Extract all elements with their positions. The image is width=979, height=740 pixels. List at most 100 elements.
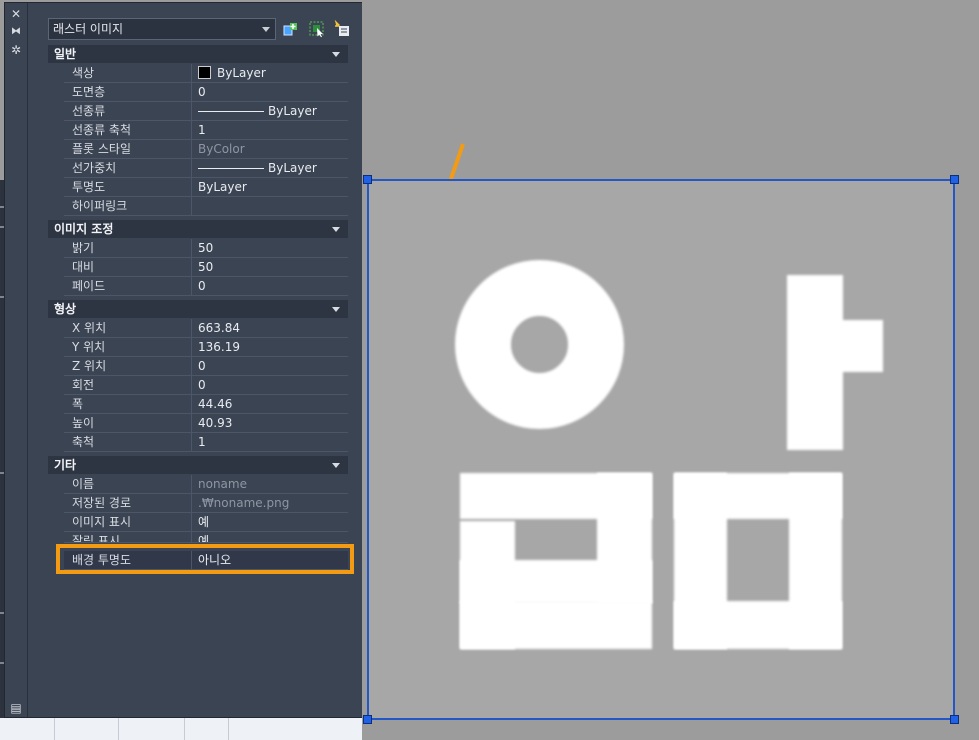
prop-value: ByColor xyxy=(198,142,245,156)
row-gutter xyxy=(48,433,64,452)
prop-row-hyperlink[interactable]: 하이퍼링크 xyxy=(48,197,348,216)
prop-value-text: ByLayer xyxy=(217,66,266,80)
prop-name: Z 위치 xyxy=(64,357,192,376)
prop-value[interactable]: 136.19 xyxy=(192,338,348,357)
prop-value[interactable] xyxy=(192,197,348,216)
prop-value[interactable]: ByLayer xyxy=(192,159,348,178)
prop-value[interactable]: 44.46 xyxy=(192,395,348,414)
prop-name: 투명도 xyxy=(64,178,192,197)
grip-top-right[interactable] xyxy=(950,175,959,184)
prop-value[interactable]: 50 xyxy=(192,258,348,277)
prop-row-fade[interactable]: 페이드 0 xyxy=(48,277,348,296)
prop-row-transparency[interactable]: 투명도 ByLayer xyxy=(48,178,348,197)
prop-value[interactable]: 예 xyxy=(192,532,348,542)
section-image-adjust-title: 이미지 조정 xyxy=(54,222,114,236)
prop-row-lineweight[interactable]: 선가중치 ByLayer xyxy=(48,159,348,178)
prop-value[interactable]: 0 xyxy=(192,83,348,102)
palette-body: 래스터 이미지 일반 색상 ByLayer 도면층 0 선종류 ByLayer … xyxy=(28,3,362,717)
palette-properties-icon[interactable]: ▤ xyxy=(9,701,23,715)
glyph-circle xyxy=(455,260,624,429)
prop-name: 도면층 xyxy=(64,83,192,102)
prop-row-plot-style[interactable]: 플롯 스타일 ByColor xyxy=(48,140,348,159)
row-gutter xyxy=(48,513,64,532)
prop-value[interactable]: 아니오 xyxy=(192,551,348,570)
prop-value[interactable]: 663.84 xyxy=(192,319,348,338)
prop-name: 회전 xyxy=(64,376,192,395)
glyph-stroke xyxy=(460,560,652,603)
prop-row-rotation[interactable]: 회전 0 xyxy=(48,376,348,395)
section-image-adjust-header[interactable]: 이미지 조정 xyxy=(48,220,348,238)
prop-row-x-position[interactable]: X 위치 663.84 xyxy=(48,319,348,338)
glyph-stroke xyxy=(460,601,652,649)
prop-row-width[interactable]: 폭 44.46 xyxy=(48,395,348,414)
row-gutter xyxy=(48,319,64,338)
section-misc-header[interactable]: 기타 xyxy=(48,456,348,474)
prop-row-brightness[interactable]: 밝기 50 xyxy=(48,239,348,258)
prop-row-height[interactable]: 높이 40.93 xyxy=(48,414,348,433)
prop-row-show-image[interactable]: 이미지 표시 예 xyxy=(48,513,348,532)
grip-bottom-left[interactable] xyxy=(363,715,372,724)
settings-icon[interactable]: ✲ xyxy=(9,43,23,57)
prop-row-saved-path[interactable]: 저장된 경로 .₩noname.png xyxy=(48,494,348,513)
prop-name: 선가중치 xyxy=(64,159,192,178)
prop-value[interactable]: 0 xyxy=(192,376,348,395)
prop-value-text: ByLayer xyxy=(268,104,317,118)
section-geometry-title: 형상 xyxy=(54,302,77,316)
row-gutter xyxy=(48,239,64,258)
section-general-header[interactable]: 일반 xyxy=(48,45,348,63)
prop-name: 이미지 표시 xyxy=(64,513,192,532)
prop-value[interactable]: ByLayer xyxy=(192,102,348,121)
close-icon[interactable]: ✕ xyxy=(9,7,23,21)
grip-bottom-right[interactable] xyxy=(950,715,959,724)
select-objects-icon[interactable] xyxy=(308,20,326,38)
prop-value[interactable]: 예 xyxy=(192,513,348,532)
prop-name: 밝기 xyxy=(64,239,192,258)
row-gutter xyxy=(48,197,64,216)
prop-value[interactable]: 40.93 xyxy=(192,414,348,433)
prop-value-text: ByLayer xyxy=(268,161,317,175)
prop-name: Y 위치 xyxy=(64,338,192,357)
prop-row-name[interactable]: 이름 noname xyxy=(48,475,348,494)
autohide-icon[interactable]: ⧓ xyxy=(9,25,23,39)
prop-value[interactable]: 1 xyxy=(192,433,348,452)
object-type-dropdown[interactable]: 래스터 이미지 xyxy=(48,18,276,40)
prop-value[interactable]: 0 xyxy=(192,357,348,376)
prop-row-z-position[interactable]: Z 위치 0 xyxy=(48,357,348,376)
row-gutter xyxy=(48,178,64,197)
row-gutter xyxy=(48,376,64,395)
prop-value[interactable]: 0 xyxy=(192,277,348,296)
grid-tick xyxy=(54,718,55,740)
pickadd-toggle-icon[interactable] xyxy=(282,20,300,38)
prop-value[interactable]: 1 xyxy=(192,121,348,140)
prop-row-scale[interactable]: 축척 1 xyxy=(48,433,348,452)
color-swatch-icon xyxy=(198,66,211,79)
prop-name: 폭 xyxy=(64,395,192,414)
grip-top-left[interactable] xyxy=(363,175,372,184)
glyph-stroke xyxy=(787,275,843,450)
prop-row-color[interactable]: 색상 ByLayer xyxy=(48,64,348,83)
raster-image[interactable] xyxy=(367,179,955,720)
prop-value[interactable]: ByLayer xyxy=(192,178,348,197)
prop-row-y-position[interactable]: Y 위치 136.19 xyxy=(48,338,348,357)
prop-row-contrast[interactable]: 대비 50 xyxy=(48,258,348,277)
prop-value: noname xyxy=(198,477,247,491)
quick-select-icon[interactable] xyxy=(333,20,351,38)
glyph-stroke xyxy=(839,320,883,372)
prop-value[interactable]: 50 xyxy=(192,239,348,258)
prop-row-linetype-scale[interactable]: 선종류 축척 1 xyxy=(48,121,348,140)
grid-tick xyxy=(228,718,229,740)
row-gutter xyxy=(48,357,64,376)
prop-row-layer[interactable]: 도면층 0 xyxy=(48,83,348,102)
prop-row-linetype[interactable]: 선종류 ByLayer xyxy=(48,102,348,121)
prop-name: 페이드 xyxy=(64,277,192,296)
prop-row-background-transparency[interactable]: 배경 투명도 아니오 xyxy=(48,551,348,570)
section-geometry-header[interactable]: 형상 xyxy=(48,300,348,318)
row-gutter xyxy=(48,159,64,178)
section-general-title: 일반 xyxy=(54,47,77,61)
prop-row-show-clipped[interactable]: 잘림 표시 예 xyxy=(64,532,348,543)
prop-value[interactable]: ByLayer xyxy=(192,64,348,83)
row-gutter xyxy=(48,64,64,83)
prop-name: 색상 xyxy=(64,64,192,83)
row-gutter xyxy=(48,277,64,296)
prop-name: 이름 xyxy=(64,475,192,494)
